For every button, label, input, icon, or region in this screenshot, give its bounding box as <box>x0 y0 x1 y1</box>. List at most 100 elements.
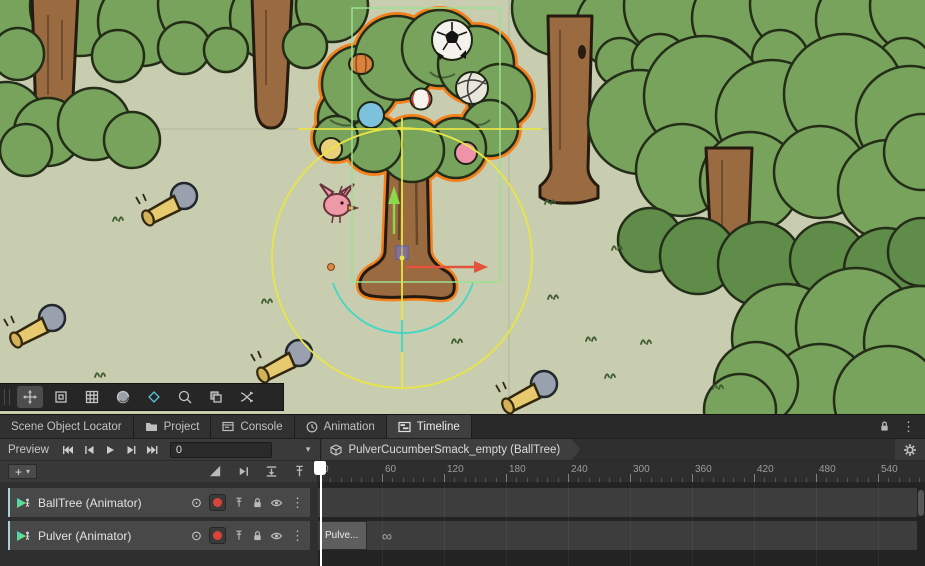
track-header-pulver[interactable]: Pulver (Animator) ⊙ <box>8 521 310 550</box>
tab-options-kebab[interactable]: ⋮ <box>902 420 915 433</box>
transport-controls <box>58 441 162 459</box>
timeline-settings-button[interactable] <box>895 443 925 457</box>
curves-view-button[interactable] <box>208 464 223 479</box>
frame-field[interactable]: 0 <box>170 442 272 458</box>
tab-timeline[interactable]: Timeline <box>387 415 472 438</box>
track-visibility-button[interactable] <box>270 497 283 509</box>
sphere-tool-button[interactable] <box>110 386 136 408</box>
track-pin-button[interactable] <box>233 529 245 542</box>
rect-transform-icon <box>53 389 69 405</box>
timeline-header-row: + ▾ 06012018024030036042 <box>0 460 925 482</box>
soccer-ball[interactable] <box>432 20 472 60</box>
track-options-kebab[interactable]: ⋮ <box>291 495 304 511</box>
tab-console[interactable]: Console <box>211 415 294 438</box>
shuffle-icon <box>239 389 255 405</box>
zoom-tool-button[interactable] <box>172 386 198 408</box>
shuffle-tool-button[interactable] <box>234 386 260 408</box>
chevron-down-icon: ▾ <box>26 468 30 476</box>
goto-start-icon <box>62 445 74 455</box>
track-visibility-button[interactable] <box>270 530 283 542</box>
move-tool-button[interactable] <box>17 386 43 408</box>
tab-project[interactable]: Project <box>134 415 212 438</box>
tab-label: Project <box>164 421 200 433</box>
eye-icon <box>270 497 283 509</box>
animator-track-icon <box>15 528 31 544</box>
plus-icon: + <box>15 466 22 478</box>
pin-icon <box>233 496 245 509</box>
clip-edit-button[interactable] <box>236 464 251 479</box>
ruler-label: 480 <box>819 464 836 475</box>
breadcrumb-item[interactable]: PulverCucumberSmack_empty (BallTree) <box>321 439 580 460</box>
track-lane-balltree[interactable] <box>318 488 917 517</box>
zoom-icon <box>177 389 193 405</box>
track-name: BallTree (Animator) <box>38 496 184 510</box>
step-back-icon <box>83 445 95 455</box>
timeline-icon <box>398 421 411 433</box>
track-pin-button[interactable] <box>233 496 245 509</box>
tile-palette-tool-button[interactable] <box>141 386 167 408</box>
infinite-clip-icon: ∞ <box>382 521 392 550</box>
pivot-dot <box>328 264 335 271</box>
move-icon <box>22 389 38 405</box>
track-options-kebab[interactable]: ⋮ <box>291 528 304 544</box>
record-button[interactable] <box>209 494 226 511</box>
grid-icon <box>84 389 100 405</box>
baseball[interactable] <box>411 89 432 110</box>
folder-icon <box>145 421 158 432</box>
scene-viewport[interactable] <box>0 0 925 414</box>
animator-track-icon <box>15 495 31 511</box>
ruler-label: 120 <box>447 464 464 475</box>
timeline-options-dropdown[interactable]: ▾ <box>306 444 311 455</box>
track-row: Pulver (Animator) ⊙ <box>0 521 925 550</box>
lock-icon <box>252 530 263 542</box>
tracks-scrollbar[interactable] <box>918 490 924 516</box>
tile-palette-icon <box>146 389 162 405</box>
track-name: Pulver (Animator) <box>38 529 184 543</box>
goto-end-icon <box>146 445 158 455</box>
blue-ball[interactable] <box>358 102 384 128</box>
track-lock-button[interactable] <box>252 497 263 509</box>
preview-toggle-button[interactable]: Preview <box>0 444 58 456</box>
binding-target-icon[interactable]: ⊙ <box>191 496 202 509</box>
record-button[interactable] <box>209 527 226 544</box>
grid-tool-button[interactable] <box>79 386 105 408</box>
add-track-button[interactable]: + ▾ <box>8 464 37 479</box>
rect-transform-tool-button[interactable] <box>48 386 74 408</box>
track-row: BallTree (Animator) ⊙ <box>0 488 925 517</box>
ruler-label: 360 <box>695 464 712 475</box>
playhead-handle[interactable] <box>314 461 326 475</box>
cube-icon <box>330 444 342 456</box>
step-back-button[interactable] <box>79 441 99 459</box>
track-lock-button[interactable] <box>252 530 263 542</box>
goto-start-button[interactable] <box>58 441 78 459</box>
tab-scene-object-locator[interactable]: Scene Object Locator <box>0 415 134 438</box>
track-lane-pulver[interactable]: Pulve... ∞ <box>318 521 917 550</box>
frame-insert-button[interactable] <box>264 464 279 479</box>
ruler-label: 420 <box>757 464 774 475</box>
scene-view[interactable] <box>0 0 925 414</box>
sphere-icon <box>115 389 131 405</box>
play-button[interactable] <box>100 441 120 459</box>
pin-markers-button[interactable] <box>292 464 307 479</box>
volleyball[interactable] <box>456 72 488 104</box>
tab-animation[interactable]: Animation <box>295 415 387 438</box>
layers-tool-button[interactable] <box>203 386 229 408</box>
goto-end-button[interactable] <box>142 441 162 459</box>
animation-clip[interactable]: Pulve... <box>320 521 367 550</box>
track-header-balltree[interactable]: BallTree (Animator) ⊙ <box>8 488 310 517</box>
unity-editor-window: Scene Object Locator Project Console Ani… <box>0 0 925 566</box>
clock-icon <box>306 421 318 433</box>
play-icon <box>104 445 116 455</box>
scene-toolstrip <box>0 383 284 411</box>
lock-icon[interactable] <box>879 420 890 433</box>
timeline-ruler[interactable]: 060120180240300360420480540 <box>318 461 925 482</box>
breadcrumb-label: PulverCucumberSmack_empty (BallTree) <box>348 444 560 456</box>
toolstrip-grip[interactable] <box>4 389 10 405</box>
ruler-label: 180 <box>509 464 526 475</box>
gear-icon <box>903 443 917 457</box>
binding-target-icon[interactable]: ⊙ <box>191 529 202 542</box>
playhead-line[interactable] <box>320 461 322 566</box>
breadcrumb: PulverCucumberSmack_empty (BallTree) <box>320 439 895 460</box>
step-forward-button[interactable] <box>121 441 141 459</box>
panel-tab-bar: Scene Object Locator Project Console Ani… <box>0 414 925 438</box>
